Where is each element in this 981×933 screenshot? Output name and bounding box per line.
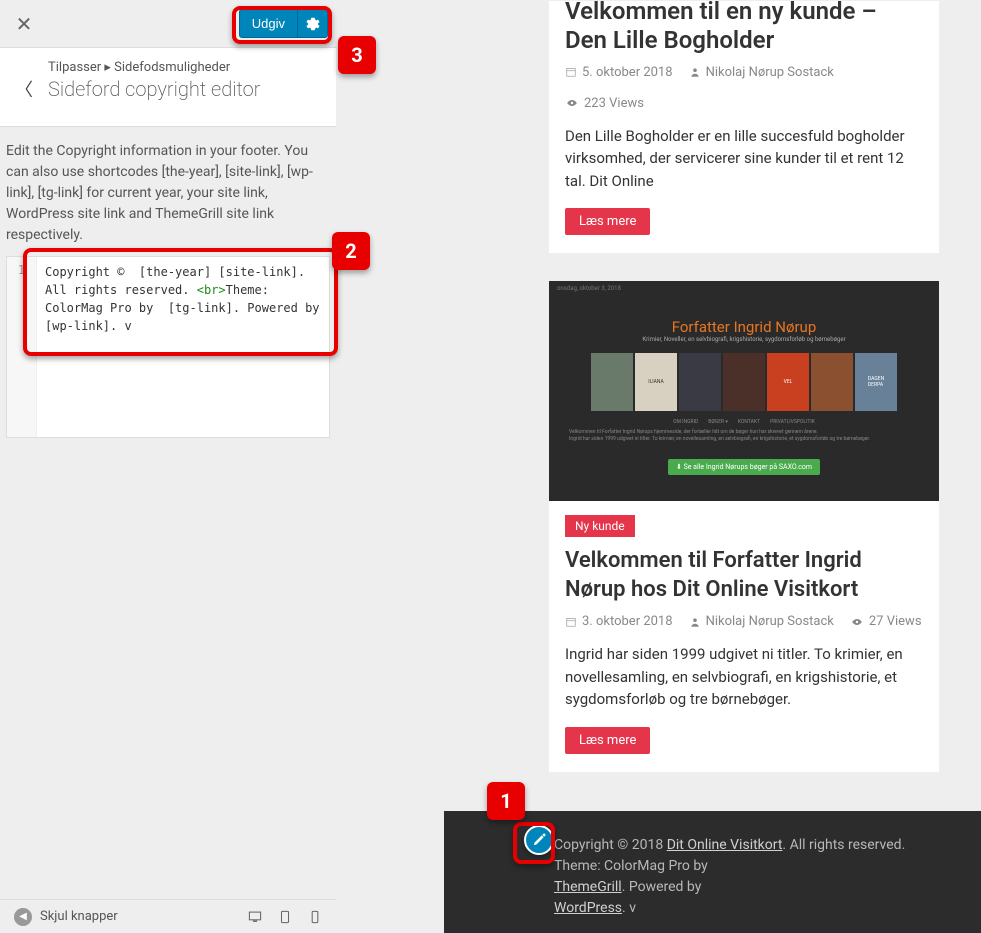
- device-preview-toggles: [248, 910, 322, 924]
- preview-pane[interactable]: Velkommen til en ny kunde – Den Lille Bo…: [336, 0, 981, 933]
- back-button[interactable]: 〈: [4, 64, 44, 114]
- control-description: Edit the Copyright information in your f…: [0, 127, 336, 256]
- copyright-code-editor[interactable]: 1 Copyright © [the-year] [site-link]. Al…: [6, 256, 330, 438]
- section-header: 〈 Tilpasser ▸ Sidefodsmuligheder Sidefor…: [0, 48, 336, 127]
- customizer-footer: ◀ Skjul knapper: [0, 899, 336, 933]
- post-excerpt: Ingrid har siden 1999 udgivet ni titler.…: [549, 643, 939, 727]
- post-card: onsdag, oktober 3, 2018 Forfatter Ingrid…: [548, 280, 940, 773]
- publish-settings-button[interactable]: [298, 9, 328, 38]
- post-date[interactable]: 3. oktober 2018: [565, 614, 673, 629]
- edit-shortcut-button[interactable]: [524, 825, 554, 855]
- collapse-label: Skjul knapper: [40, 909, 118, 924]
- post-author[interactable]: Nikolaj Nørup Sostack: [689, 614, 834, 629]
- post-views: 223 Views: [565, 96, 644, 111]
- post-title-link[interactable]: Velkommen til en ny kunde – Den Lille Bo…: [549, 0, 939, 65]
- customizer-panel: ✕ Udgiv 〈 Tilpasser ▸ Sidefodsmuligheder…: [0, 0, 336, 933]
- post-card: Velkommen til en ny kunde – Den Lille Bo…: [548, 0, 940, 254]
- eye-icon: [850, 616, 864, 628]
- category-tag[interactable]: Ny kunde: [565, 515, 635, 537]
- breadcrumb-root[interactable]: Tilpasser: [48, 60, 101, 75]
- user-icon: [689, 616, 701, 628]
- calendar-icon: [565, 616, 577, 628]
- customizer-topbar: ✕ Udgiv: [0, 0, 336, 48]
- post-date[interactable]: 5. oktober 2018: [565, 65, 673, 80]
- mobile-icon[interactable]: [308, 910, 322, 924]
- breadcrumb-separator: ▸: [104, 60, 111, 75]
- thumb-site-title: Forfatter Ingrid Nørup: [549, 296, 939, 336]
- code-textarea[interactable]: Copyright © [the-year] [site-link]. All …: [37, 257, 329, 437]
- footer-wordpress-link[interactable]: WordPress: [554, 900, 622, 916]
- post-excerpt: Den Lille Bogholder er en lille succesfu…: [549, 125, 939, 209]
- close-customizer-button[interactable]: ✕: [0, 0, 48, 48]
- post-thumbnail[interactable]: onsdag, oktober 3, 2018 Forfatter Ingrid…: [549, 281, 939, 501]
- publish-button-group: Udgiv: [239, 9, 328, 38]
- collapse-icon: ◀: [14, 908, 32, 926]
- post-meta: 5. oktober 2018 Nikolaj Nørup Sostack 22…: [549, 65, 939, 125]
- desktop-icon[interactable]: [248, 910, 262, 924]
- site-footer: Copyright © 2018 Dit Online Visitkort. A…: [444, 811, 981, 933]
- collapse-sidebar-button[interactable]: ◀ Skjul knapper: [14, 908, 118, 926]
- breadcrumb-section: Sidefodsmuligheder: [114, 60, 230, 75]
- footer-themegrill-link[interactable]: ThemeGrill: [554, 879, 622, 895]
- publish-button[interactable]: Udgiv: [239, 9, 298, 38]
- post-author[interactable]: Nikolaj Nørup Sostack: [689, 65, 834, 80]
- breadcrumb: Tilpasser ▸ Sidefodsmuligheder: [48, 60, 324, 75]
- read-more-button[interactable]: Læs mere: [565, 727, 650, 754]
- eye-icon: [565, 97, 579, 109]
- calendar-icon: [565, 66, 577, 78]
- user-icon: [689, 66, 701, 78]
- footer-sitelink[interactable]: Dit Online Visitkort: [667, 837, 783, 853]
- post-title-link[interactable]: Velkommen til Forfatter Ingrid Nørup hos…: [549, 547, 939, 614]
- tablet-icon[interactable]: [278, 910, 292, 924]
- pencil-icon: [532, 833, 546, 847]
- line-number-gutter: 1: [7, 257, 37, 437]
- read-more-button[interactable]: Læs mere: [565, 208, 650, 235]
- post-views: 27 Views: [850, 614, 922, 629]
- thumb-tagline: Krimier, Noveller, en selvbiografi, krig…: [549, 336, 939, 343]
- section-title: Sideford copyright editor: [48, 77, 324, 101]
- thumb-cta: ⬇ Se alle Ingrid Nørups bøger på SAXO.co…: [668, 459, 820, 475]
- post-meta: 3. oktober 2018 Nikolaj Nørup Sostack 27…: [549, 614, 939, 643]
- gear-icon: [306, 17, 320, 31]
